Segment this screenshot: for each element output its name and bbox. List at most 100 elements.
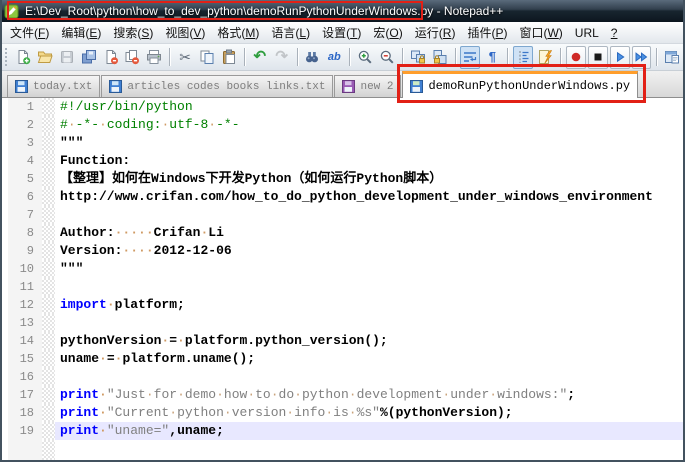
cut-button[interactable]: ✂ xyxy=(175,46,195,69)
code-line-text[interactable] xyxy=(55,278,683,296)
fold-margin[interactable] xyxy=(42,332,55,350)
zoom-in-button[interactable] xyxy=(355,46,375,69)
fold-margin[interactable] xyxy=(42,188,55,206)
line-number[interactable]: 5 xyxy=(2,170,42,188)
close-button[interactable] xyxy=(101,46,121,69)
undo-button[interactable]: ↶ xyxy=(250,46,270,69)
code-line-text[interactable]: uname·=·platform.uname(); xyxy=(55,350,683,368)
menu-item-macro[interactable]: 宏(O) xyxy=(367,22,408,43)
editor-empty-area[interactable] xyxy=(55,440,683,460)
fold-margin[interactable] xyxy=(42,242,55,260)
code-line-text[interactable]: """ xyxy=(55,134,683,152)
close-icon xyxy=(103,49,119,65)
code-line-text[interactable]: print·"Just·for·demo·how·to·do·python·de… xyxy=(55,386,683,404)
menu-item-run[interactable]: 运行(R) xyxy=(409,22,462,43)
line-number[interactable]: 15 xyxy=(2,350,42,368)
save-all-button[interactable] xyxy=(79,46,99,69)
line-number[interactable]: 3 xyxy=(2,134,42,152)
fold-margin[interactable] xyxy=(42,224,55,242)
fold-margin[interactable] xyxy=(42,260,55,278)
code-line-text[interactable]: Version:····2012-12-06 xyxy=(55,242,683,260)
line-number[interactable]: 9 xyxy=(2,242,42,260)
menu-item-view[interactable]: 视图(V) xyxy=(159,22,211,43)
fold-margin[interactable] xyxy=(42,404,55,422)
tab-today[interactable]: today.txt xyxy=(7,75,101,97)
code-line: 2 #·-*-·coding:·utf-8·-*- xyxy=(2,116,683,134)
fold-margin[interactable] xyxy=(42,350,55,368)
line-number[interactable]: 10 xyxy=(2,260,42,278)
sync-vertical-scroll-icon xyxy=(410,49,426,65)
fold-margin[interactable] xyxy=(42,314,55,332)
menu-item-format[interactable]: 格式(M) xyxy=(211,22,265,43)
code-line-text[interactable]: print·"uname=",uname; xyxy=(55,422,683,440)
line-number[interactable]: 19 xyxy=(2,422,42,440)
redo-button[interactable]: ↷ xyxy=(272,46,292,69)
fold-margin[interactable] xyxy=(42,98,55,116)
fold-margin[interactable] xyxy=(42,134,55,152)
code-line-text[interactable] xyxy=(55,368,683,386)
menu-item-url[interactable]: URL xyxy=(569,22,605,43)
line-number[interactable]: 14 xyxy=(2,332,42,350)
code-editor[interactable]: 1 #!/usr/bin/python 2 #·-*-·coding:·utf-8·-… xyxy=(2,98,683,460)
line-number[interactable]: 12 xyxy=(2,296,42,314)
fold-margin[interactable] xyxy=(42,116,55,134)
code-line: 8 Author:·····Crifan·Li xyxy=(2,224,683,242)
doc-switcher-button[interactable] xyxy=(662,46,682,69)
code-line-text[interactable]: 【整理】如何在Windows下开发Python（如何运行Python脚本） xyxy=(55,170,683,188)
fold-margin[interactable] xyxy=(42,278,55,296)
zoom-in-icon xyxy=(357,49,373,65)
open-file-button[interactable] xyxy=(35,46,55,69)
menu-item-search[interactable]: 搜索(S) xyxy=(107,22,159,43)
menu-item-plugins[interactable]: 插件(P) xyxy=(461,22,513,43)
line-number[interactable]: 18 xyxy=(2,404,42,422)
menu-item-language[interactable]: 语言(L) xyxy=(265,22,316,43)
menu-item-settings[interactable]: 设置(T) xyxy=(316,22,367,43)
zoom-out-button[interactable] xyxy=(377,46,397,69)
menu-item-window[interactable]: 窗口(W) xyxy=(513,22,568,43)
fold-margin[interactable] xyxy=(42,422,55,440)
line-number[interactable]: 17 xyxy=(2,386,42,404)
paste-button[interactable] xyxy=(219,46,239,69)
code-line-text[interactable]: print·"Current·python·version·info·is·%s… xyxy=(55,404,683,422)
line-number[interactable]: 16 xyxy=(2,368,42,386)
code-line-text[interactable]: Author:·····Crifan·Li xyxy=(55,224,683,242)
find-button[interactable] xyxy=(302,46,322,69)
line-number[interactable]: 13 xyxy=(2,314,42,332)
code-line-text[interactable]: Function: xyxy=(55,152,683,170)
copy-button[interactable] xyxy=(197,46,217,69)
line-number[interactable]: 6 xyxy=(2,188,42,206)
line-number[interactable]: 8 xyxy=(2,224,42,242)
replace-button[interactable]: ab xyxy=(324,46,344,69)
line-number[interactable]: 7 xyxy=(2,206,42,224)
code-line: 6 http://www.crifan.com/how_to_do_python_… xyxy=(2,188,683,206)
menu-item-file[interactable]: 文件(F) xyxy=(4,22,55,43)
code-line-text[interactable] xyxy=(55,314,683,332)
menu-item-edit[interactable]: 编辑(E) xyxy=(55,22,107,43)
fold-margin[interactable] xyxy=(42,368,55,386)
code-line-text[interactable]: #·-*-·coding:·utf-8·-*- xyxy=(55,116,683,134)
line-number[interactable]: 1 xyxy=(2,98,42,116)
fold-margin[interactable] xyxy=(42,170,55,188)
line-number[interactable]: 2 xyxy=(2,116,42,134)
word-wrap-icon xyxy=(462,49,478,65)
fold-margin[interactable] xyxy=(42,386,55,404)
close-all-button[interactable] xyxy=(123,46,143,69)
code-line-text[interactable]: pythonVersion·=·platform.python_version(… xyxy=(55,332,683,350)
menu-item-help[interactable]: ? xyxy=(605,22,624,43)
code-line-text[interactable] xyxy=(55,206,683,224)
tab-articles[interactable]: articles codes books links.txt xyxy=(101,75,334,97)
new-file-button[interactable] xyxy=(13,46,33,69)
code-line: 18 print·"Current·python·version·info·is·… xyxy=(2,404,683,422)
code-line-text[interactable]: import·platform; xyxy=(55,296,683,314)
line-number[interactable]: 11 xyxy=(2,278,42,296)
fold-margin[interactable] xyxy=(42,206,55,224)
print-button[interactable] xyxy=(144,46,164,69)
run-macro-multiple-icon xyxy=(633,49,649,65)
tab-new-2[interactable]: new 2 xyxy=(334,75,402,97)
code-line-text[interactable]: """ xyxy=(55,260,683,278)
line-number[interactable]: 4 xyxy=(2,152,42,170)
fold-margin[interactable] xyxy=(42,296,55,314)
save-button[interactable] xyxy=(57,46,77,69)
fold-margin[interactable] xyxy=(42,152,55,170)
code-line-text[interactable]: http://www.crifan.com/how_to_do_python_d… xyxy=(55,188,683,206)
